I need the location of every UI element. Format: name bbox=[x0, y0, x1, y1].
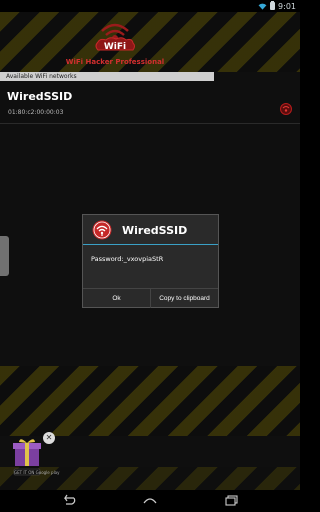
password-dialog: WiredSSID Password:_vxovpiaStR Ok Copy t… bbox=[82, 214, 219, 308]
status-time: 9:01 bbox=[278, 1, 296, 11]
password-value: _vxovpiaStR bbox=[123, 255, 164, 263]
app-title: WiFi Hacker Professional bbox=[65, 58, 165, 66]
ok-button[interactable]: Ok bbox=[83, 289, 150, 308]
dialog-password: Password:_vxovpiaStR bbox=[91, 255, 163, 263]
dialog-title: WiredSSID bbox=[122, 224, 188, 237]
network-list-item[interactable]: WiredSSID 01:80:c2:00:00:03 bbox=[0, 82, 300, 122]
battery-icon bbox=[270, 1, 276, 10]
copy-to-clipboard-button[interactable]: Copy to clipboard bbox=[150, 289, 218, 308]
close-icon[interactable]: ✕ bbox=[43, 432, 55, 444]
dialog-header: WiredSSID bbox=[83, 215, 218, 245]
home-icon[interactable] bbox=[140, 493, 160, 509]
google-play-badge[interactable]: GET IT ON Google play bbox=[14, 470, 60, 475]
divider bbox=[0, 123, 300, 124]
section-header: Available WiFi networks bbox=[0, 72, 214, 81]
app-screen: WiFi WiFi Hacker Professional Available … bbox=[0, 12, 300, 490]
back-icon[interactable] bbox=[58, 493, 78, 509]
status-icons: 9:01 bbox=[258, 0, 296, 12]
hazard-stripes-bottom bbox=[0, 366, 300, 436]
recents-icon[interactable] bbox=[222, 493, 242, 509]
wifi-icon bbox=[258, 3, 267, 10]
network-lock-icon bbox=[280, 103, 292, 115]
navigation-bar bbox=[0, 490, 300, 512]
network-mac: 01:80:c2:00:00:03 bbox=[8, 109, 64, 116]
password-label: Password: bbox=[91, 255, 124, 263]
network-ssid: WiredSSID bbox=[7, 90, 73, 103]
status-bar: 9:01 bbox=[0, 0, 300, 12]
dialog-buttons: Ok Copy to clipboard bbox=[83, 288, 218, 308]
side-drawer-handle[interactable] bbox=[0, 236, 9, 276]
logo-text: WiFi bbox=[104, 42, 126, 52]
dialog-wifi-icon bbox=[92, 220, 112, 240]
